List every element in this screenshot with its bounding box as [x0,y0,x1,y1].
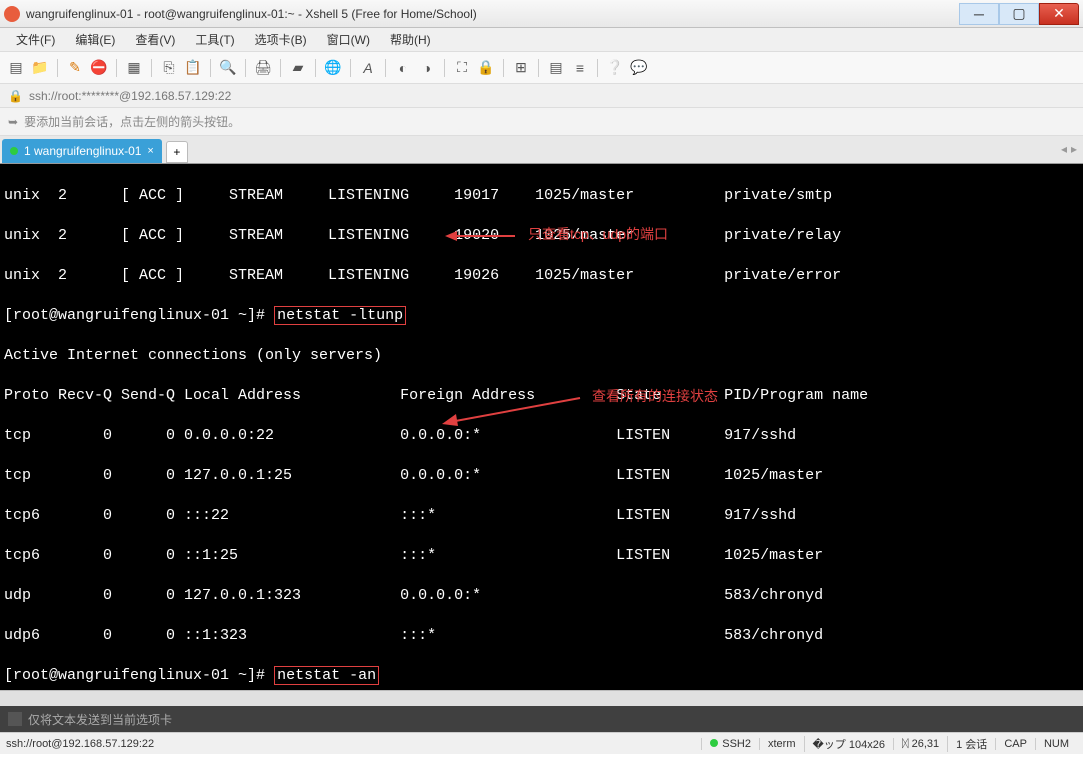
send-checkbox[interactable] [8,712,22,726]
term-line: Active Internet connections (only server… [4,346,1079,366]
menu-edit[interactable]: 编辑(E) [65,31,125,48]
horizontal-scrollbar[interactable] [0,690,1083,706]
new-icon[interactable]: ▤ [6,58,26,78]
chat-icon[interactable]: 💬 [629,58,649,78]
term-row: tcp6 0 0 :::22 :::* LISTEN 917/sshd [4,506,1079,526]
font-icon[interactable]: A [358,58,378,78]
status-num: NUM [1035,738,1077,750]
titlebar: wangruifenglinux-01 - root@wangruifengli… [0,0,1083,28]
lock-small-icon[interactable]: 🔒 [8,89,23,103]
term-row: tcp 0 0 127.0.0.1:25 0.0.0.0:* LISTEN 10… [4,466,1079,486]
hint-bar: ➥ 要添加当前会话，点击左侧的箭头按钮。 [0,108,1083,136]
minimize-button[interactable]: ─ [959,3,999,25]
address-bar: 🔒 ssh://root:********@192.168.57.129:22 [0,84,1083,108]
annotation-2: 查看所有的连接状态 [592,386,718,406]
term-header: Proto Recv-Q Send-Q Local Address Foreig… [4,386,1079,406]
app-icon [4,6,20,22]
lock-icon[interactable]: 🔒 [476,58,496,78]
status-sess: 1 会话 [947,736,995,752]
globe-icon[interactable]: 🌐 [323,58,343,78]
window-title: wangruifenglinux-01 - root@wangruifengli… [26,7,959,21]
tile-icon[interactable]: ⊞ [511,58,531,78]
disconnect-icon[interactable]: ⛔ [89,58,109,78]
maximize-button[interactable]: ▢ [999,3,1039,25]
menu-help[interactable]: 帮助(H) [380,31,441,48]
status-dot-icon [10,147,18,155]
find-icon[interactable]: 🔍 [218,58,238,78]
send-bar: 仅将文本发送到当前选项卡 [0,706,1083,732]
fullscreen-icon[interactable]: ⛶ [452,58,472,78]
conn-dot-icon [710,739,718,747]
close-button[interactable]: ✕ [1039,3,1079,25]
status-size: �ップ 104x26 [804,736,893,752]
menubar: 文件(F) 编辑(E) 查看(V) 工具(T) 选项卡(B) 窗口(W) 帮助(… [0,28,1083,52]
session-tab[interactable]: 1 wangruifenglinux-01 × [2,139,162,163]
cascade-icon[interactable]: ▤ [546,58,566,78]
copy-icon[interactable]: ⎘ [159,58,179,78]
properties-icon[interactable]: ▦ [124,58,144,78]
status-term: xterm [759,738,804,750]
cmd1-highlight: netstat -ltunp [274,306,406,325]
term-line: unix 2 [ ACC ] STREAM LISTENING 19017 10… [4,186,1079,206]
tab-next-icon[interactable]: ▸ [1071,142,1077,156]
terminal[interactable]: unix 2 [ ACC ] STREAM LISTENING 19017 10… [0,164,1083,690]
help-icon[interactable]: ❔ [605,58,625,78]
prompt-line: [root@wangruifenglinux-01 ~]# netstat -l… [4,306,1079,326]
menu-view[interactable]: 查看(V) [125,31,185,48]
script-icon[interactable]: ◐ [393,58,413,78]
menu-tab[interactable]: 选项卡(B) [245,31,317,48]
color-icon[interactable]: ▰ [288,58,308,78]
open-icon[interactable]: 📁 [30,58,50,78]
cmd2-highlight: netstat -an [274,666,379,685]
key-icon[interactable]: ◑ [417,58,437,78]
toolbar: ▤ 📁 ✎ ⛔ ▦ ⎘ 📋 🔍 🖨 ▰ 🌐 A ◐ ◑ ⛶ 🔒 ⊞ ▤ ≡ ❔ … [0,52,1083,84]
menu-window[interactable]: 窗口(W) [317,31,380,48]
send-label: 仅将文本发送到当前选项卡 [28,711,172,728]
address-text[interactable]: ssh://root:********@192.168.57.129:22 [29,89,231,103]
print-icon[interactable]: 🖨 [253,58,273,78]
annotation-1: 只查看tcp、udp的端口 [528,224,668,244]
menu-file[interactable]: 文件(F) [6,31,65,48]
reconnect-icon[interactable]: ✎ [65,58,85,78]
window-controls: ─ ▢ ✕ [959,3,1079,25]
term-row: tcp6 0 0 ::1:25 :::* LISTEN 1025/master [4,546,1079,566]
tab-label: 1 wangruifenglinux-01 [24,144,141,158]
tab-close-icon[interactable]: × [147,145,153,157]
status-address: ssh://root@192.168.57.129:22 [6,738,701,750]
paste-icon[interactable]: 📋 [183,58,203,78]
status-conn: SSH2 [701,738,759,750]
term-line: unix 2 [ ACC ] STREAM LISTENING 19026 10… [4,266,1079,286]
status-bar: ssh://root@192.168.57.129:22 SSH2 xterm … [0,732,1083,754]
status-pos: ᛞ 26,31 [893,738,947,750]
tile2-icon[interactable]: ≡ [570,58,590,78]
prompt-line: [root@wangruifenglinux-01 ~]# netstat -a… [4,666,1079,686]
hint-text: 要添加当前会话，点击左侧的箭头按钮。 [24,113,240,130]
hint-arrow-icon[interactable]: ➥ [8,115,18,129]
term-row: udp6 0 0 ::1:323 :::* 583/chronyd [4,626,1079,646]
tab-nav: ◂ ▸ [1061,142,1077,156]
status-cap: CAP [995,738,1035,750]
menu-tools[interactable]: 工具(T) [185,31,244,48]
term-row: udp 0 0 127.0.0.1:323 0.0.0.0:* 583/chro… [4,586,1079,606]
tab-prev-icon[interactable]: ◂ [1061,142,1067,156]
tab-bar: 1 wangruifenglinux-01 × + ◂ ▸ [0,136,1083,164]
new-tab-button[interactable]: + [166,141,188,163]
term-row: tcp 0 0 0.0.0.0:22 0.0.0.0:* LISTEN 917/… [4,426,1079,446]
